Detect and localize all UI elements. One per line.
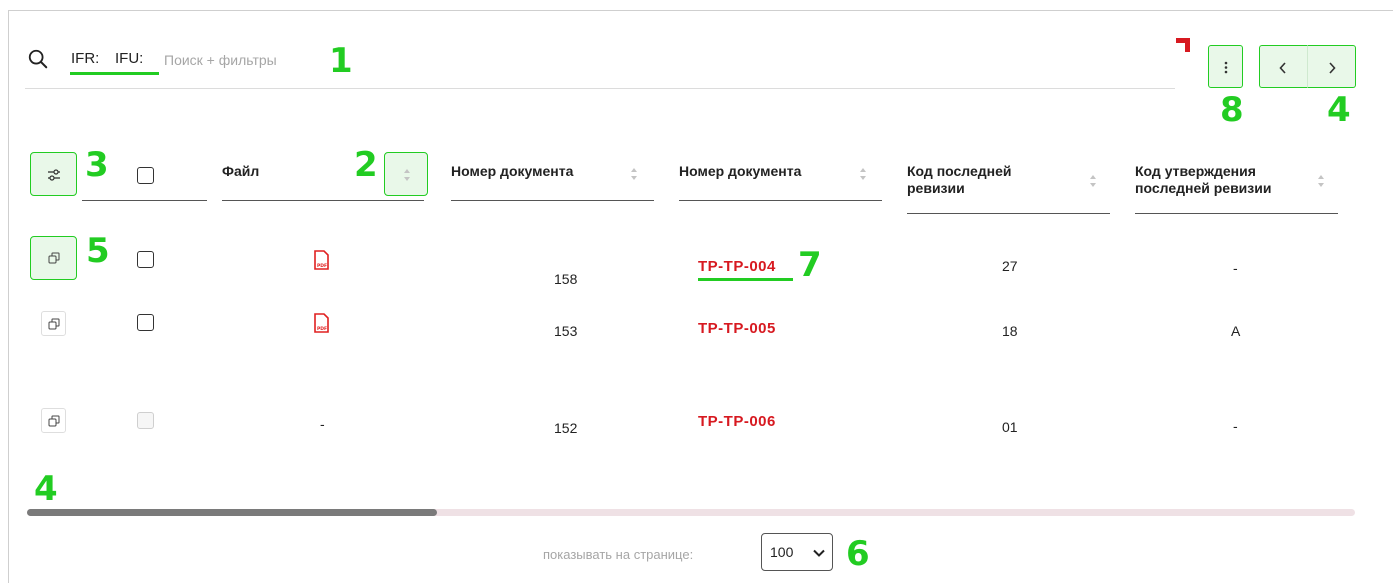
chevron-left-icon <box>1279 62 1286 74</box>
pdf-file-icon[interactable]: PDF <box>313 313 330 333</box>
column-header-file[interactable]: Файл <box>222 163 259 180</box>
row-checkbox-disabled <box>137 412 154 429</box>
table-cell-id: 152 <box>554 420 578 436</box>
copy-row-button[interactable] <box>41 311 66 336</box>
search-placeholder[interactable]: Поиск + фильтры <box>164 52 277 68</box>
chevron-right-icon <box>1329 62 1336 74</box>
copy-row-button[interactable] <box>30 236 77 280</box>
doc-link[interactable]: TP-TP-005 <box>698 320 776 337</box>
annotation-marker-6: 6 <box>846 534 870 574</box>
annotation-marker-3: 3 <box>85 145 109 185</box>
more-vertical-icon <box>1224 61 1228 74</box>
filter-chip-ifr[interactable]: IFR: <box>71 50 99 67</box>
page-size-select[interactable]: 100 <box>761 533 833 571</box>
annotation-marker-5: 5 <box>86 231 110 271</box>
annotation-underline-chips <box>70 72 159 75</box>
svg-text:PDF: PDF <box>317 326 327 332</box>
copy-icon <box>48 318 60 330</box>
svg-text:PDF: PDF <box>317 263 327 269</box>
sort-icon[interactable] <box>859 167 867 181</box>
sort-icon[interactable] <box>630 167 638 181</box>
column-header-approval-code[interactable]: Код утверждения последней ревизии <box>1135 163 1305 197</box>
panel-frame <box>8 10 1393 583</box>
header-underline-doc2 <box>679 200 882 201</box>
column-header-doc-number-2[interactable]: Номер документа <box>679 163 801 180</box>
copy-icon <box>48 415 60 427</box>
header-underline-approval <box>1135 213 1338 214</box>
annotation-marker-4-top: 4 <box>1327 90 1351 130</box>
table-cell-revision: 27 <box>1002 258 1018 274</box>
copy-row-button[interactable] <box>41 408 66 433</box>
table-cell-revision: 18 <box>1002 323 1018 339</box>
row-checkbox[interactable] <box>137 314 154 331</box>
more-options-button[interactable] <box>1208 45 1243 88</box>
annotation-marker-1: 1 <box>329 41 353 81</box>
sort-icon[interactable] <box>1317 174 1325 188</box>
sliders-icon <box>48 169 60 181</box>
annotation-marker-7: 7 <box>798 245 822 285</box>
page-size-value: 100 <box>770 544 794 560</box>
header-underline-doc1 <box>451 200 654 201</box>
table-cell-approval: A <box>1231 323 1241 339</box>
chevron-down-icon <box>813 549 825 557</box>
table-cell-id: 153 <box>554 323 578 339</box>
filter-chip-ifu[interactable]: IFU: <box>115 50 143 67</box>
annotation-marker-8: 8 <box>1220 90 1244 130</box>
prev-page-button[interactable] <box>1259 45 1307 88</box>
table-cell-approval: - <box>1233 418 1238 434</box>
table-cell-file: - <box>320 416 325 432</box>
next-page-button[interactable] <box>1307 45 1356 88</box>
column-settings-button[interactable] <box>30 152 77 196</box>
search-bar[interactable]: IFR: IFU: Поиск + фильтры <box>25 43 1175 89</box>
copy-icon <box>48 252 60 264</box>
annotation-marker-4-bottom: 4 <box>34 469 58 509</box>
doc-link[interactable]: TP-TP-004 <box>698 258 776 275</box>
sort-icon[interactable] <box>1089 174 1097 188</box>
column-header-last-revision[interactable]: Код последней ревизии <box>907 163 1047 197</box>
sort-button-file[interactable] <box>384 152 428 196</box>
doc-link[interactable]: TP-TP-006 <box>698 413 776 430</box>
table-cell-approval: - <box>1233 260 1238 276</box>
red-corner-mark <box>1176 38 1190 52</box>
table-cell-id: 158 <box>554 271 578 287</box>
header-underline-file <box>222 200 424 201</box>
table-cell-revision: 01 <box>1002 419 1018 435</box>
sort-icon <box>404 169 410 181</box>
header-underline-select <box>82 200 207 201</box>
header-underline-rev <box>907 213 1110 214</box>
pdf-file-icon[interactable]: PDF <box>313 250 330 270</box>
row-checkbox[interactable] <box>137 251 154 268</box>
annotation-underline-doc <box>698 278 793 281</box>
select-all-checkbox[interactable] <box>137 167 154 184</box>
annotation-marker-2: 2 <box>354 145 378 185</box>
page-size-label: показывать на странице: <box>543 547 694 562</box>
horizontal-scrollbar-thumb[interactable] <box>27 509 437 516</box>
column-header-doc-number-1[interactable]: Номер документа <box>451 163 573 180</box>
search-icon[interactable] <box>27 48 49 70</box>
